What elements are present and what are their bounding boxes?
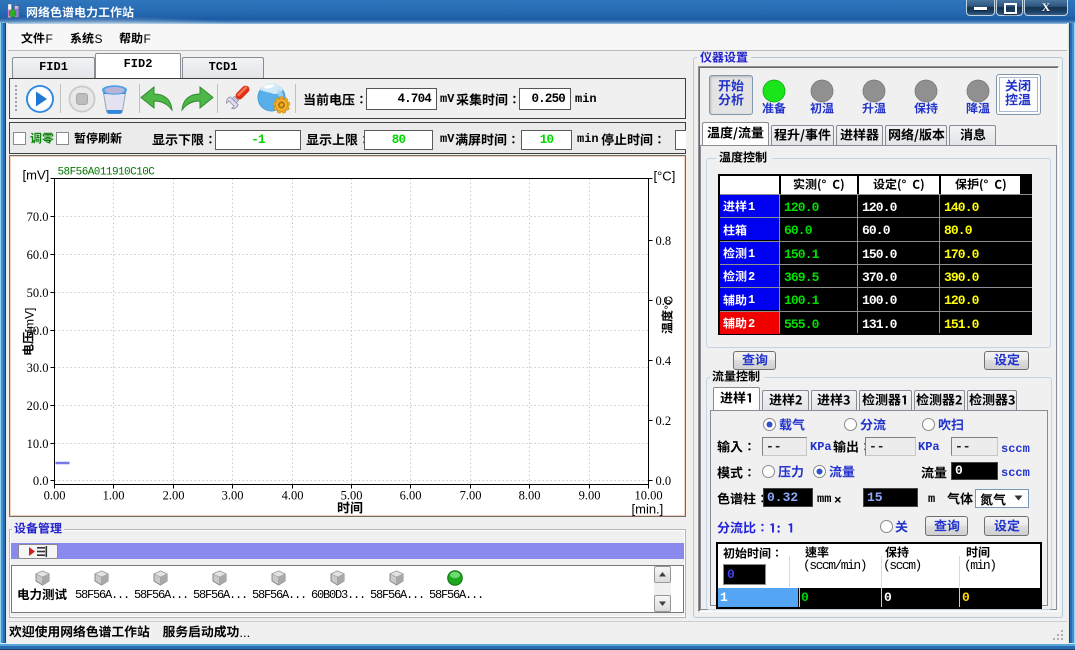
svg-text:6.00: 6.00 bbox=[400, 489, 422, 503]
svg-text:3.00: 3.00 bbox=[222, 489, 244, 503]
svg-text:1.00: 1.00 bbox=[103, 489, 125, 503]
svg-text:0.8: 0.8 bbox=[656, 234, 672, 248]
svg-text:4.00: 4.00 bbox=[282, 489, 304, 503]
svg-text:0.0: 0.0 bbox=[656, 474, 672, 488]
svg-text:60.0: 60.0 bbox=[27, 248, 49, 262]
svg-text:8.00: 8.00 bbox=[519, 489, 541, 503]
svg-text:9.00: 9.00 bbox=[579, 489, 601, 503]
svg-text:[mV]: [mV] bbox=[23, 168, 50, 183]
svg-text:7.00: 7.00 bbox=[460, 489, 482, 503]
svg-text:70.0: 70.0 bbox=[27, 210, 49, 224]
svg-text:0.0: 0.0 bbox=[33, 474, 49, 488]
svg-text:0.00: 0.00 bbox=[44, 489, 66, 503]
svg-text:[min.]: [min.] bbox=[632, 502, 664, 517]
svg-text:[°C]: [°C] bbox=[654, 169, 676, 184]
svg-text:10.0: 10.0 bbox=[27, 437, 49, 451]
svg-text:20.0: 20.0 bbox=[27, 399, 49, 413]
svg-text:58F56A011910C10C: 58F56A011910C10C bbox=[58, 167, 156, 179]
svg-text:2.00: 2.00 bbox=[163, 489, 185, 503]
svg-text:0.2: 0.2 bbox=[656, 414, 672, 428]
svg-text:10.00: 10.00 bbox=[634, 489, 662, 503]
